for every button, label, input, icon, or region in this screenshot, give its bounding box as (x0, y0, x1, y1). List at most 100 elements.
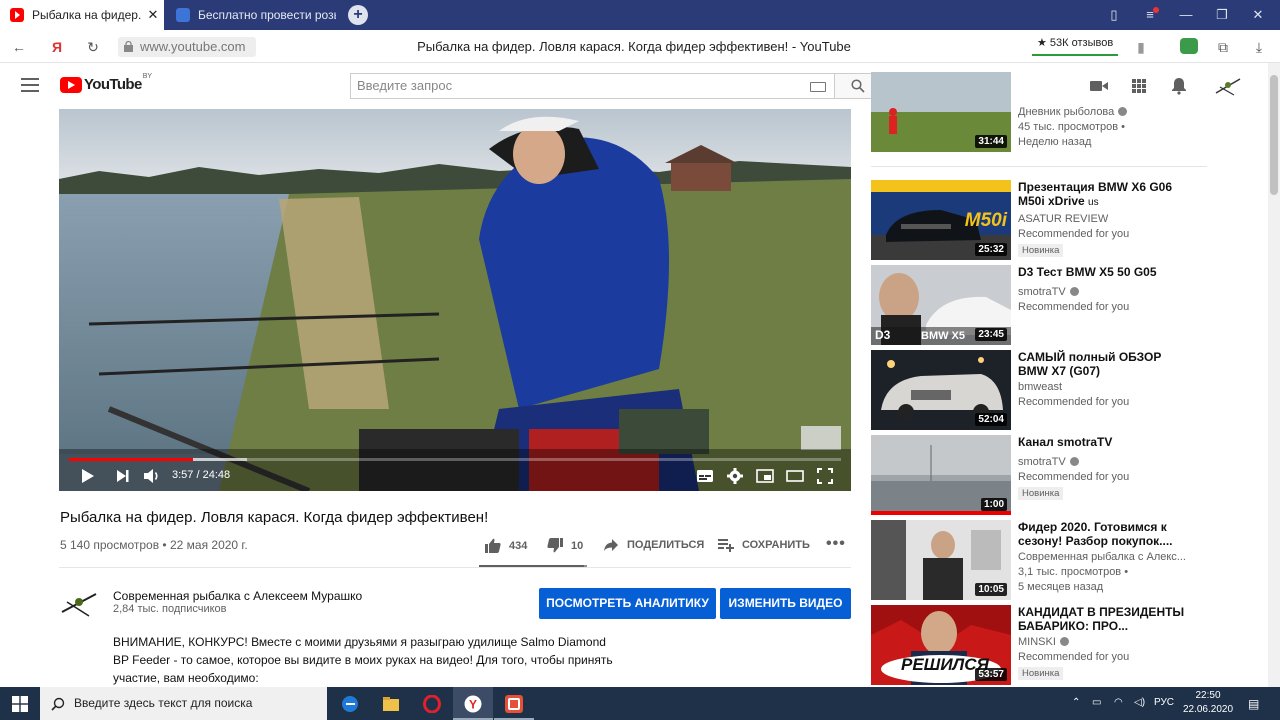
analytics-button[interactable]: ПОСМОТРЕТЬ АНАЛИТИКУ (539, 588, 716, 619)
video-player[interactable]: 3:57 / 24:48 (59, 109, 851, 491)
close-tab-icon[interactable]: ✕ (142, 7, 164, 23)
keyboard-icon[interactable] (810, 82, 826, 92)
taskbar-app-recorder[interactable] (494, 687, 534, 720)
related-video[interactable]: D3 BMW X5 23:45 D3 Тест BMW X5 50 G05 sm… (871, 265, 1211, 345)
reviews-badge[interactable]: ★ 53К отзывов (1032, 36, 1119, 56)
theater-mode-icon[interactable] (786, 469, 804, 483)
windows-start-icon[interactable] (12, 696, 28, 712)
taskbar-clock[interactable]: 22:50 22.06.2020 (1180, 689, 1236, 717)
youtube-favicon-icon (10, 8, 24, 22)
section-divider (871, 166, 1207, 167)
taskbar-app-yandex[interactable]: Y (453, 687, 493, 720)
yandex-icon[interactable]: Я (48, 38, 66, 56)
related-video[interactable]: 52:04 САМЫЙ полный ОБЗОР BMW X7 (G07) bm… (871, 350, 1211, 430)
video-thumbnail[interactable]: 52:04 (871, 350, 1011, 430)
tab-title: Бесплатно провести розы (198, 8, 336, 22)
miniplayer-icon[interactable] (756, 469, 774, 483)
video-duration: 1:00 (980, 498, 1007, 511)
channel-name: smotraTV (1018, 456, 1066, 468)
search-placeholder: Введите запрос (357, 78, 453, 93)
scrollbar-thumb[interactable] (1270, 75, 1278, 195)
related-video[interactable]: 31:44 Дневник рыболова 45 тыс. просмотро… (871, 72, 1211, 152)
minimize-icon[interactable]: — (1176, 6, 1196, 24)
edit-video-button[interactable]: ИЗМЕНИТЬ ВИДЕО (720, 588, 851, 619)
video-duration: 10:05 (975, 583, 1007, 596)
tab-youtube[interactable]: Рыбалка на фидер. Лов ✕ (0, 0, 164, 30)
dislike-button[interactable]: 10 (547, 538, 583, 553)
tray-expand-icon[interactable]: ⌃ (1072, 697, 1080, 708)
battery-icon[interactable]: ▭ (1092, 697, 1101, 708)
reload-icon[interactable]: ↻ (84, 38, 102, 56)
related-video[interactable]: 10:05 Фидер 2020. Готовимся к сезону! Ра… (871, 520, 1211, 600)
play-icon[interactable] (81, 468, 95, 484)
share-label: ПОДЕЛИТЬСЯ (627, 539, 705, 551)
taskbar-app-opera[interactable] (412, 687, 452, 720)
youtube-logo[interactable]: YouTube BY (60, 73, 153, 93)
recommendation-note: Recommended for you (1018, 396, 1130, 408)
volume-icon[interactable]: ◁) (1134, 697, 1145, 708)
subtitles-icon[interactable] (696, 469, 714, 483)
taskbar-app-edge[interactable] (330, 687, 370, 720)
taskbar-search-input[interactable]: Введите здесь текст для поиска (40, 687, 327, 720)
recommendation-note: Recommended for you (1018, 471, 1130, 483)
video-duration: 25:32 (975, 243, 1007, 256)
video-title[interactable]: КАНДИДАТ В ПРЕЗИДЕНТЫ БАБАРИКО: ПРО... (1018, 605, 1184, 633)
video-title[interactable]: САМЫЙ полный ОБЗОР BMW X7 (G07) (1018, 350, 1161, 378)
video-thumbnail[interactable]: 1:00 (871, 435, 1011, 515)
url-field[interactable]: www.youtube.com (118, 37, 256, 57)
screen-recorder-icon (505, 695, 523, 713)
account-avatar-icon[interactable] (1214, 73, 1242, 99)
hamburger-menu-icon[interactable] (21, 78, 39, 92)
like-button[interactable]: 434 (485, 538, 527, 553)
related-video[interactable]: РЕШИЛСЯ 53:57 КАНДИДАТ В ПРЕЗИДЕНТЫ БАБА… (871, 605, 1211, 685)
language-indicator[interactable]: РУС (1154, 697, 1174, 708)
video-title[interactable]: Канал smotraTV (1018, 435, 1112, 449)
maximize-icon[interactable]: ❐ (1212, 6, 1232, 24)
region-code: BY (142, 73, 153, 80)
new-tab-button[interactable]: + (348, 5, 368, 25)
bookmarks-icon[interactable]: ▯ (1104, 6, 1124, 24)
thumbs-up-icon (485, 538, 501, 553)
volume-icon[interactable] (143, 468, 161, 484)
back-icon[interactable]: ← (10, 38, 28, 56)
settings-gear-icon[interactable] (727, 468, 743, 484)
adblock-icon[interactable] (1180, 38, 1198, 56)
verified-icon (1118, 107, 1128, 116)
page-scrollbar[interactable] (1268, 63, 1280, 687)
video-thumbnail[interactable]: M50i 25:32 (871, 180, 1011, 260)
wifi-icon[interactable]: ◠ (1114, 697, 1123, 708)
bookmark-icon[interactable]: ▮ (1132, 38, 1150, 56)
search-icon (51, 697, 65, 711)
share-button[interactable]: ПОДЕЛИТЬСЯ (603, 538, 704, 552)
player-progress-bar[interactable] (69, 458, 841, 461)
video-description: ВНИМАНИЕ, КОНКУРС! Вместе с моими друзья… (113, 635, 613, 685)
fullscreen-icon[interactable] (817, 468, 833, 484)
video-thumbnail[interactable]: 31:44 (871, 72, 1011, 152)
save-button[interactable]: СОХРАНИТЬ (718, 538, 810, 552)
clock-time: 22:50 (1195, 690, 1221, 701)
related-video[interactable]: 1:00 Канал smotraTV smotraTV Recommended… (871, 435, 1211, 515)
next-icon[interactable] (116, 469, 130, 483)
thumbs-down-icon (547, 538, 563, 553)
yandex-browser-icon: Y (464, 695, 482, 713)
more-actions-icon[interactable]: ••• (826, 535, 846, 553)
taskbar-app-explorer[interactable] (371, 687, 411, 720)
verified-icon (1069, 457, 1079, 466)
related-video[interactable]: M50i 25:32 Презентация BMW X6 G06 M50i x… (871, 180, 1211, 260)
download-icon[interactable]: ⤓ (1250, 38, 1268, 56)
lock-icon (124, 41, 133, 52)
video-thumbnail[interactable]: РЕШИЛСЯ 53:57 (871, 605, 1011, 685)
channel-avatar[interactable] (59, 584, 99, 624)
close-window-icon[interactable]: ✕ (1248, 6, 1268, 24)
search-input[interactable]: Введите запрос (350, 73, 834, 99)
tab-roses[interactable]: Бесплатно провести розы (168, 0, 336, 30)
video-thumbnail[interactable]: 10:05 (871, 520, 1011, 600)
video-views: 45 тыс. просмотров • (1018, 121, 1126, 133)
video-title[interactable]: D3 Тест BMW X5 50 G05 (1018, 265, 1157, 279)
extensions-icon[interactable]: ⧉ (1214, 38, 1232, 56)
video-title[interactable]: Фидер 2020. Готовимся к сезону! Разбор п… (1018, 520, 1173, 548)
browser-menu-icon[interactable]: ≡ (1140, 6, 1160, 24)
video-thumbnail[interactable]: D3 BMW X5 23:45 (871, 265, 1011, 345)
notifications-icon[interactable]: ▤ (1248, 697, 1259, 711)
channel-name[interactable]: Современная рыбалка с Алексеем Мурашко (113, 589, 362, 603)
